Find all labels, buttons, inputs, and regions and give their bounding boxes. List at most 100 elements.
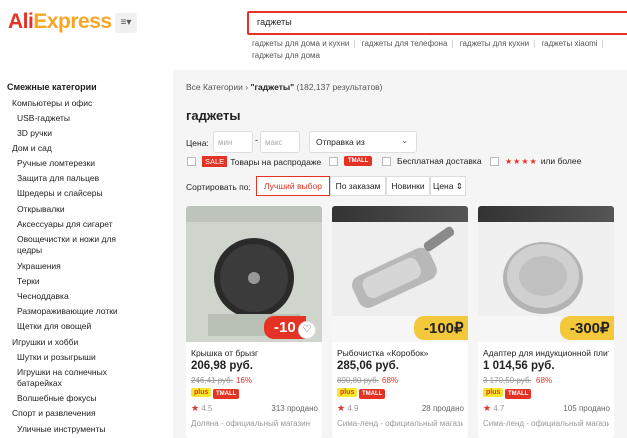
- star-icon: ★: [337, 403, 346, 413]
- suggestion-link[interactable]: гаджеты для дома: [252, 51, 320, 60]
- search-results-main: Все Категории › "гаджеты" (182,137 резул…: [173, 70, 627, 438]
- tmall-badge: TMALL: [505, 389, 532, 399]
- tmall-badge: TMALL: [359, 389, 386, 399]
- product-title[interactable]: Крышка от брызг: [191, 348, 317, 358]
- checkbox[interactable]: [382, 156, 391, 166]
- sidebar-item[interactable]: Открывалки: [17, 204, 65, 215]
- sidebar-item[interactable]: Щетки для овощей: [17, 321, 91, 332]
- sidebar-item[interactable]: Уличные инструменты: [17, 424, 106, 435]
- aliexpress-logo[interactable]: AliExpress: [8, 10, 112, 34]
- sidebar-item[interactable]: Ручные ломтерезки: [17, 158, 95, 169]
- search-suggestions: гаджеты для дома и кухни | гаджеты для те…: [252, 39, 604, 60]
- plus-badge: plus: [483, 388, 504, 397]
- tmall-badge: TMALL: [344, 156, 373, 166]
- product-discount: 16%: [236, 376, 253, 385]
- sidebar-item[interactable]: Игрушки на солнечных: [17, 367, 107, 378]
- product-rating: ★ 4.9: [337, 403, 359, 413]
- sidebar-item[interactable]: Терки: [17, 276, 40, 287]
- suggestion-link[interactable]: гаджеты для кухни: [460, 39, 529, 48]
- sidebar-item[interactable]: 3D ручки: [17, 128, 52, 139]
- sidebar-item[interactable]: Шутки и розыгрыши: [17, 352, 96, 363]
- related-categories-sidebar: Смежные категории Компьютеры и офис USB-…: [0, 80, 170, 438]
- suggestion-link[interactable]: гаджеты для телефона: [362, 39, 448, 48]
- star-rating-icon: ★★★★: [505, 156, 538, 166]
- plus-badge: plus: [191, 388, 212, 397]
- sort-by-orders[interactable]: По заказам: [330, 176, 386, 196]
- product-sold-count: 105 продано: [563, 404, 610, 413]
- sidebar-item[interactable]: Спорт и развлечения: [12, 408, 96, 419]
- sidebar-item[interactable]: Игрушки и хобби: [12, 337, 78, 348]
- store-name[interactable]: Доляна - официальный магазин: [191, 419, 317, 428]
- star-icon: ★: [191, 403, 200, 413]
- product-sold-count: 28 продано: [421, 404, 464, 413]
- checkbox[interactable]: [187, 157, 196, 166]
- search-input-value: гаджеты: [257, 17, 292, 27]
- breadcrumb-query: "гаджеты": [250, 82, 295, 92]
- filter-sale[interactable]: SALE Товары на распродаже: [187, 156, 321, 167]
- breadcrumb-root[interactable]: Все Категории: [186, 82, 243, 92]
- product-discount: 68%: [536, 376, 553, 385]
- store-name[interactable]: Сима-ленд - официальный магазин: [337, 419, 463, 428]
- sidebar-item[interactable]: Аксессуары для сигарет: [17, 219, 113, 230]
- product-card[interactable]: -10 ♡ Крышка от брызг 206,98 руб. 246,41…: [186, 206, 322, 438]
- sidebar-item[interactable]: Дом и сад: [12, 143, 52, 154]
- sort-newest[interactable]: Новинки: [386, 176, 430, 196]
- suggestion-link[interactable]: гаджеты для дома и кухни: [252, 39, 349, 48]
- filter-rating[interactable]: ★★★★ или более: [490, 156, 581, 166]
- site-header: AliExpress ≡▾ гаджеты гаджеты для дома и…: [0, 0, 627, 70]
- product-old-price: 890,80 руб.: [337, 376, 379, 385]
- sidebar-item[interactable]: Овощечистки и ножи для: [17, 234, 116, 245]
- filter-tmall[interactable]: TMALL: [329, 156, 373, 166]
- breadcrumb: Все Категории › "гаджеты" (182,137 резул…: [186, 82, 383, 92]
- price-dash: -: [255, 135, 258, 145]
- checkbox[interactable]: [490, 156, 499, 166]
- filter-free-shipping[interactable]: Бесплатная доставка: [382, 156, 482, 166]
- store-name[interactable]: Сима-ленд - официальный магазин: [483, 419, 609, 428]
- discount-tag: -300₽: [560, 316, 614, 340]
- product-title[interactable]: Адаптер для индукционной плит: [483, 348, 609, 358]
- suggestion-link[interactable]: гаджеты xiaomi: [541, 39, 597, 48]
- product-price: 206,98 руб.: [191, 360, 253, 372]
- sort-best-match[interactable]: Лучший выбор: [256, 176, 330, 196]
- sidebar-item[interactable]: цедры: [17, 245, 42, 256]
- sale-badge: SALE: [202, 156, 228, 167]
- page-title: гаджеты: [186, 108, 241, 123]
- product-title[interactable]: Рыбочистка «Коробок»: [337, 348, 463, 358]
- sidebar-item[interactable]: Чесноддавка: [17, 291, 69, 302]
- ship-from-select[interactable]: Отправка из ⌄: [309, 131, 417, 153]
- filter-rating-label: или более: [540, 156, 582, 166]
- tmall-badge: TMALL: [213, 389, 240, 399]
- product-price: 285,06 руб.: [337, 360, 399, 372]
- sort-price[interactable]: Цена ⇕: [430, 176, 466, 196]
- checkbox[interactable]: [329, 156, 338, 166]
- sidebar-item[interactable]: Шредеры и слайсеры: [17, 188, 103, 199]
- discount-tag: -100₽: [414, 316, 468, 340]
- product-rating: ★ 4.7: [483, 403, 505, 413]
- product-old-price: 3 170,50 руб.: [483, 376, 532, 385]
- product-old-price: 246,41 руб.: [191, 376, 233, 385]
- price-min-input[interactable]: мин: [213, 131, 253, 153]
- star-icon: ★: [483, 403, 492, 413]
- heart-icon[interactable]: ♡: [298, 321, 316, 339]
- sidebar-item[interactable]: Украшения: [17, 261, 61, 272]
- plus-badge: plus: [337, 388, 358, 397]
- sidebar-item[interactable]: Защита для пальцев: [17, 173, 99, 184]
- product-card[interactable]: -300₽ Адаптер для индукционной плит 1 01…: [478, 206, 614, 438]
- sidebar-item[interactable]: Компьютеры и офис: [12, 98, 92, 109]
- sidebar-item[interactable]: USB-гаджеты: [17, 113, 70, 124]
- product-sold-count: 313 продано: [271, 404, 318, 413]
- menu-icon: ≡▾: [120, 17, 132, 28]
- chevron-down-icon: ⌄: [401, 136, 408, 145]
- categories-menu-button[interactable]: ≡▾: [115, 13, 137, 33]
- sidebar-title: Смежные категории: [7, 82, 97, 92]
- search-input[interactable]: гаджеты: [247, 11, 627, 35]
- sidebar-item[interactable]: Волшебные фокусы: [17, 393, 96, 404]
- sidebar-item[interactable]: Размораживающие лотки: [17, 306, 118, 317]
- sidebar-item[interactable]: батарейках: [17, 378, 62, 389]
- ship-from-label: Отправка из: [316, 137, 365, 147]
- product-card[interactable]: -100₽ Рыбочистка «Коробок» 285,06 руб. 8…: [332, 206, 468, 438]
- product-rating: ★ 4.5: [191, 403, 213, 413]
- filter-sale-label: Товары на распродаже: [230, 156, 322, 167]
- price-max-input[interactable]: макс: [260, 131, 300, 153]
- sort-label: Сортировать по:: [186, 182, 251, 192]
